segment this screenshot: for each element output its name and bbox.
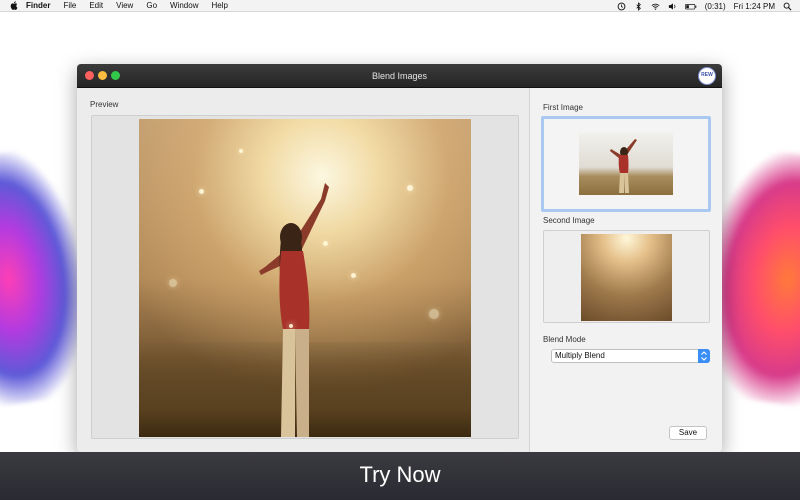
promo-banner: Try Now — [0, 452, 800, 500]
menu-view[interactable]: View — [116, 0, 133, 12]
menu-finder[interactable]: Finder — [26, 0, 50, 12]
preview-pane: Preview — [77, 88, 530, 452]
popup-arrows-icon — [698, 349, 710, 363]
volume-icon[interactable] — [668, 2, 677, 11]
battery-time: (0:31) — [704, 1, 726, 11]
controls-pane: First Image Second Image Blend Mode Mult… — [530, 88, 722, 452]
preview-container — [91, 115, 519, 439]
preview-woman-figure — [259, 183, 329, 437]
first-image-label: First Image — [543, 103, 584, 112]
menu-go[interactable]: Go — [146, 0, 157, 12]
menu-edit[interactable]: Edit — [89, 0, 103, 12]
menu-bar: Finder File Edit View Go Window Help (0:… — [0, 0, 800, 12]
menu-window[interactable]: Window — [170, 0, 198, 12]
window-title: Blend Images — [371, 71, 428, 81]
preview-image — [139, 119, 471, 437]
sparkle — [169, 279, 177, 287]
first-image-figure — [610, 139, 637, 193]
window-titlebar[interactable]: Blend Images REW — [77, 64, 722, 88]
rew-badge[interactable]: REW — [698, 67, 716, 85]
spotlight-search-icon[interactable] — [783, 2, 792, 11]
blend-mode-value: Multiply Blend — [555, 351, 605, 360]
blend-images-window: Blend Images REW Preview First Image Sec… — [77, 64, 722, 452]
time-machine-icon[interactable] — [617, 2, 626, 11]
blend-mode-select[interactable]: Multiply Blend — [551, 349, 710, 363]
status-area: (0:31) Fri 1:24 PM — [617, 0, 792, 12]
apple-icon[interactable] — [10, 1, 18, 10]
battery-icon[interactable] — [684, 2, 697, 11]
menubar-clock[interactable]: Fri 1:24 PM — [734, 2, 775, 11]
menu-help[interactable]: Help — [211, 0, 227, 12]
preview-label: Preview — [90, 100, 119, 109]
menu-file[interactable]: File — [63, 0, 76, 12]
sparkle — [239, 149, 243, 153]
sparkle — [323, 241, 328, 246]
sparkle — [351, 273, 356, 278]
try-now-text[interactable]: Try Now — [0, 452, 800, 500]
first-image-thumbnail — [579, 133, 673, 195]
wifi-icon[interactable] — [651, 2, 660, 11]
blend-mode-label: Blend Mode — [543, 335, 586, 344]
second-image-well[interactable] — [543, 230, 710, 323]
second-image-label: Second Image — [543, 216, 595, 225]
sparkle — [407, 185, 413, 191]
sparkle — [289, 324, 293, 328]
sparkle — [199, 189, 204, 194]
sparkle — [429, 309, 439, 319]
save-button[interactable]: Save — [669, 426, 707, 440]
bluetooth-icon[interactable] — [634, 1, 643, 11]
first-image-well[interactable] — [541, 116, 711, 212]
second-image-thumbnail — [581, 234, 672, 321]
